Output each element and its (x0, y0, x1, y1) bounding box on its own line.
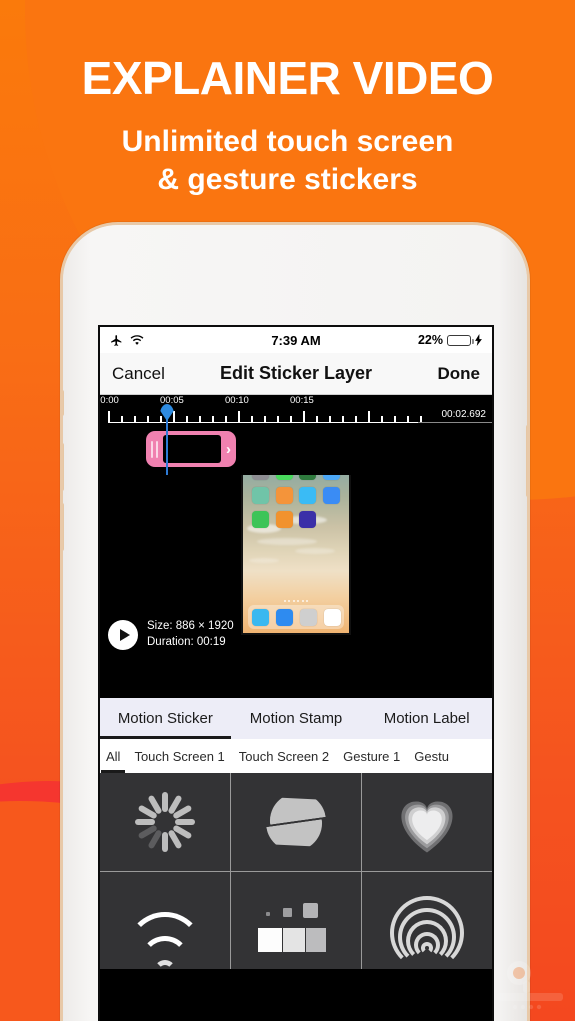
sticker-cell-bowtie[interactable] (231, 773, 361, 871)
clip-left-handle[interactable] (146, 440, 163, 458)
timeline-tick-labels: 00:0000:0500:1000:15 (100, 395, 492, 409)
promo-headline: EXPLAINER VIDEO (81, 52, 494, 104)
volume-up-button[interactable] (63, 443, 64, 491)
app-icon-keynote (275, 511, 293, 528)
timeline-baseline (108, 422, 418, 424)
sticker-cell-swipe-arcs[interactable] (100, 872, 230, 969)
video-preview-area[interactable]: 11:31 ▪▪▪ 16 Size: 886 × 1920 Duration: … (100, 395, 492, 697)
timeline-label-0: 00:00 (100, 395, 119, 406)
app-icon-imovie (299, 511, 317, 528)
promo-subheadline: Unlimited touch screen & gesture sticker… (0, 123, 575, 200)
spinner-icon (134, 791, 196, 853)
video-metadata: Size: 886 × 1920 Duration: 00:19 (147, 619, 234, 651)
phone-mockup: 7:39 AM 22% Cancel Edit Sticker Layer Do… (60, 222, 530, 1021)
tab-motion-stamp[interactable]: Motion Stamp (231, 698, 362, 739)
timeline[interactable]: 00:0000:0500:1000:15 00:02.692 › (100, 395, 492, 475)
play-button[interactable] (108, 620, 138, 651)
app-icon-facetime (299, 487, 317, 504)
sticker-cell-fingerprint[interactable] (362, 872, 492, 969)
timeline-label-2: 00:10 (225, 395, 249, 406)
tab-motion-label[interactable]: Motion Label (361, 698, 492, 739)
sticker-clip[interactable]: › (146, 431, 236, 467)
subtab-touch-screen-2[interactable]: Touch Screen 2 (239, 739, 329, 773)
tab-motion-sticker[interactable]: Motion Sticker (100, 698, 231, 739)
dock-icon-app-store (275, 608, 293, 626)
bowtie-icon (265, 791, 327, 853)
sticker-cell-spinner[interactable] (100, 773, 230, 871)
dock-icon-camera (299, 608, 317, 626)
battery-icon (447, 334, 474, 346)
power-button[interactable] (526, 425, 527, 497)
lightning-bolt-icon (475, 334, 482, 346)
subtab-all[interactable]: All (100, 739, 127, 773)
timeline-baseline-inactive (418, 422, 492, 424)
sticker-subcategory-tabs[interactable]: All Touch Screen 1 Touch Screen 2 Gesture 1… (100, 739, 492, 773)
fingerprint-icon (390, 890, 465, 969)
squares-icon (257, 890, 334, 953)
video-size-label: Size: 886 × 1920 (147, 620, 234, 633)
sticker-category-tabs[interactable]: Motion Sticker Motion Stamp Motion Label (100, 697, 492, 739)
edit-sticker-nav-bar: Cancel Edit Sticker Layer Done (100, 353, 492, 395)
dock-icon-photos (323, 608, 341, 626)
sticker-grid[interactable] (100, 773, 492, 969)
cancel-button[interactable]: Cancel (112, 364, 165, 384)
sticker-cell-heart[interactable] (362, 773, 492, 871)
timeline-tick (303, 411, 305, 422)
done-button[interactable]: Done (438, 364, 481, 384)
swipe-arcs-icon (125, 890, 205, 966)
timeline-playhead[interactable] (160, 404, 174, 475)
status-bar-right: 22% (418, 333, 482, 347)
status-bar-left (110, 334, 144, 347)
dock-icon-airdrop (251, 608, 269, 626)
timeline-tick (173, 411, 175, 422)
timeline-label-3: 00:15 (290, 395, 314, 406)
sticker-clip-body (163, 435, 221, 463)
app-icon-pages (275, 487, 293, 504)
wifi-icon (130, 334, 144, 345)
airplane-icon (111, 334, 122, 346)
video-duration-label: Duration: 00:19 (147, 636, 226, 649)
promo-subheadline-line2: & gesture stickers (157, 163, 418, 197)
app-icon-numbers (252, 511, 270, 528)
ios-dock (248, 605, 344, 629)
video-info-overlay: Size: 886 × 1920 Duration: 00:19 (108, 619, 234, 651)
clip-right-handle[interactable]: › (221, 441, 236, 458)
timeline-tick (108, 411, 110, 422)
page-dots (243, 600, 349, 602)
app-icon-screens (322, 487, 340, 504)
volume-down-button[interactable] (63, 503, 64, 551)
phone-screen: 7:39 AM 22% Cancel Edit Sticker Layer Do… (98, 325, 494, 1021)
heart-pulse-icon (392, 791, 462, 853)
subtab-gesture-1[interactable]: Gesture 1 (343, 739, 400, 773)
ios-status-bar: 7:39 AM 22% (100, 327, 492, 353)
mute-switch-button[interactable] (63, 390, 64, 416)
subtab-touch-screen-1[interactable]: Touch Screen 1 (134, 739, 224, 773)
timeline-current-time: 00:02.692 (441, 409, 487, 420)
sticker-cell-squares[interactable] (231, 872, 361, 969)
promo-subheadline-line1: Unlimited touch screen (121, 125, 454, 158)
app-icon-calculator (252, 487, 270, 504)
timeline-tick (368, 411, 370, 422)
battery-percent-label: 22% (417, 333, 443, 347)
subtab-gestu[interactable]: Gestu (414, 739, 449, 773)
timeline-tick (238, 411, 240, 422)
